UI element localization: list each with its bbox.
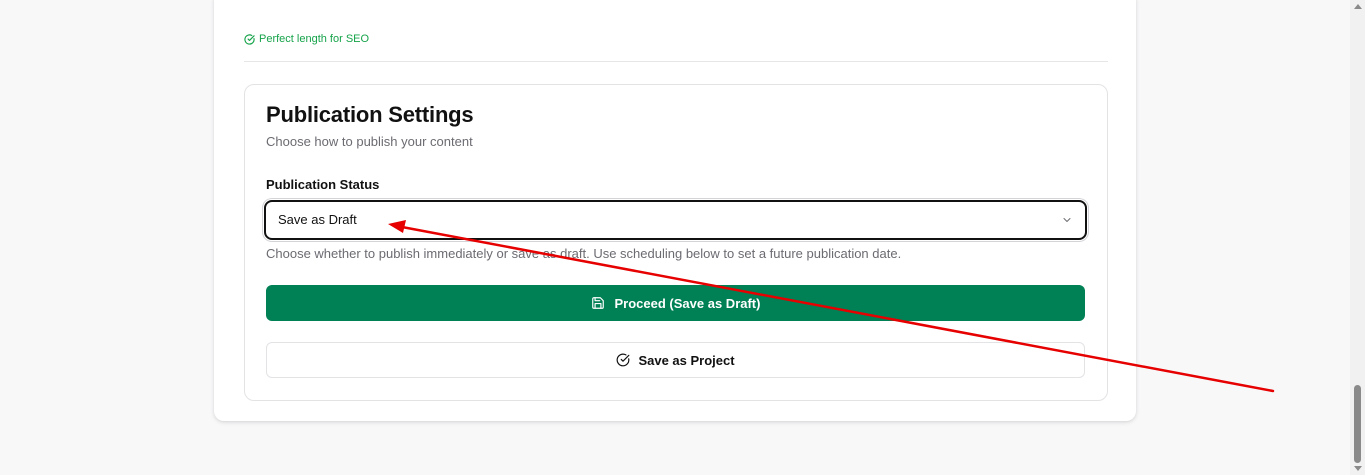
save-icon [591,297,604,309]
seo-length-note: Perfect length for SEO [244,31,369,47]
scroll-down-arrow-icon[interactable] [1354,466,1362,471]
section-divider [244,61,1108,62]
seo-note-text: Perfect length for SEO [259,33,370,45]
save-as-project-button[interactable]: Save as Project [266,342,1085,378]
section-subtitle: Choose how to publish your content [266,134,473,149]
publication-status-label: Publication Status [266,177,380,192]
scroll-up-arrow-icon[interactable] [1354,4,1362,9]
proceed-button-label: Proceed (Save as Draft) [614,295,761,311]
chevron-down-icon [1063,218,1071,222]
check-circle-icon [244,33,255,45]
save-as-project-label: Save as Project [638,352,735,368]
check-circle-icon [617,353,630,367]
publication-status-helper: Choose whether to publish immediately or… [266,246,902,261]
page-scrollbar[interactable] [1350,0,1365,475]
section-title: Publication Settings [266,102,474,127]
select-value: Save as Draft [278,212,357,227]
proceed-button[interactable]: Proceed (Save as Draft) [266,285,1085,321]
scrollbar-thumb[interactable] [1354,385,1361,463]
publication-status-select[interactable]: Save as Draft [264,200,1087,240]
